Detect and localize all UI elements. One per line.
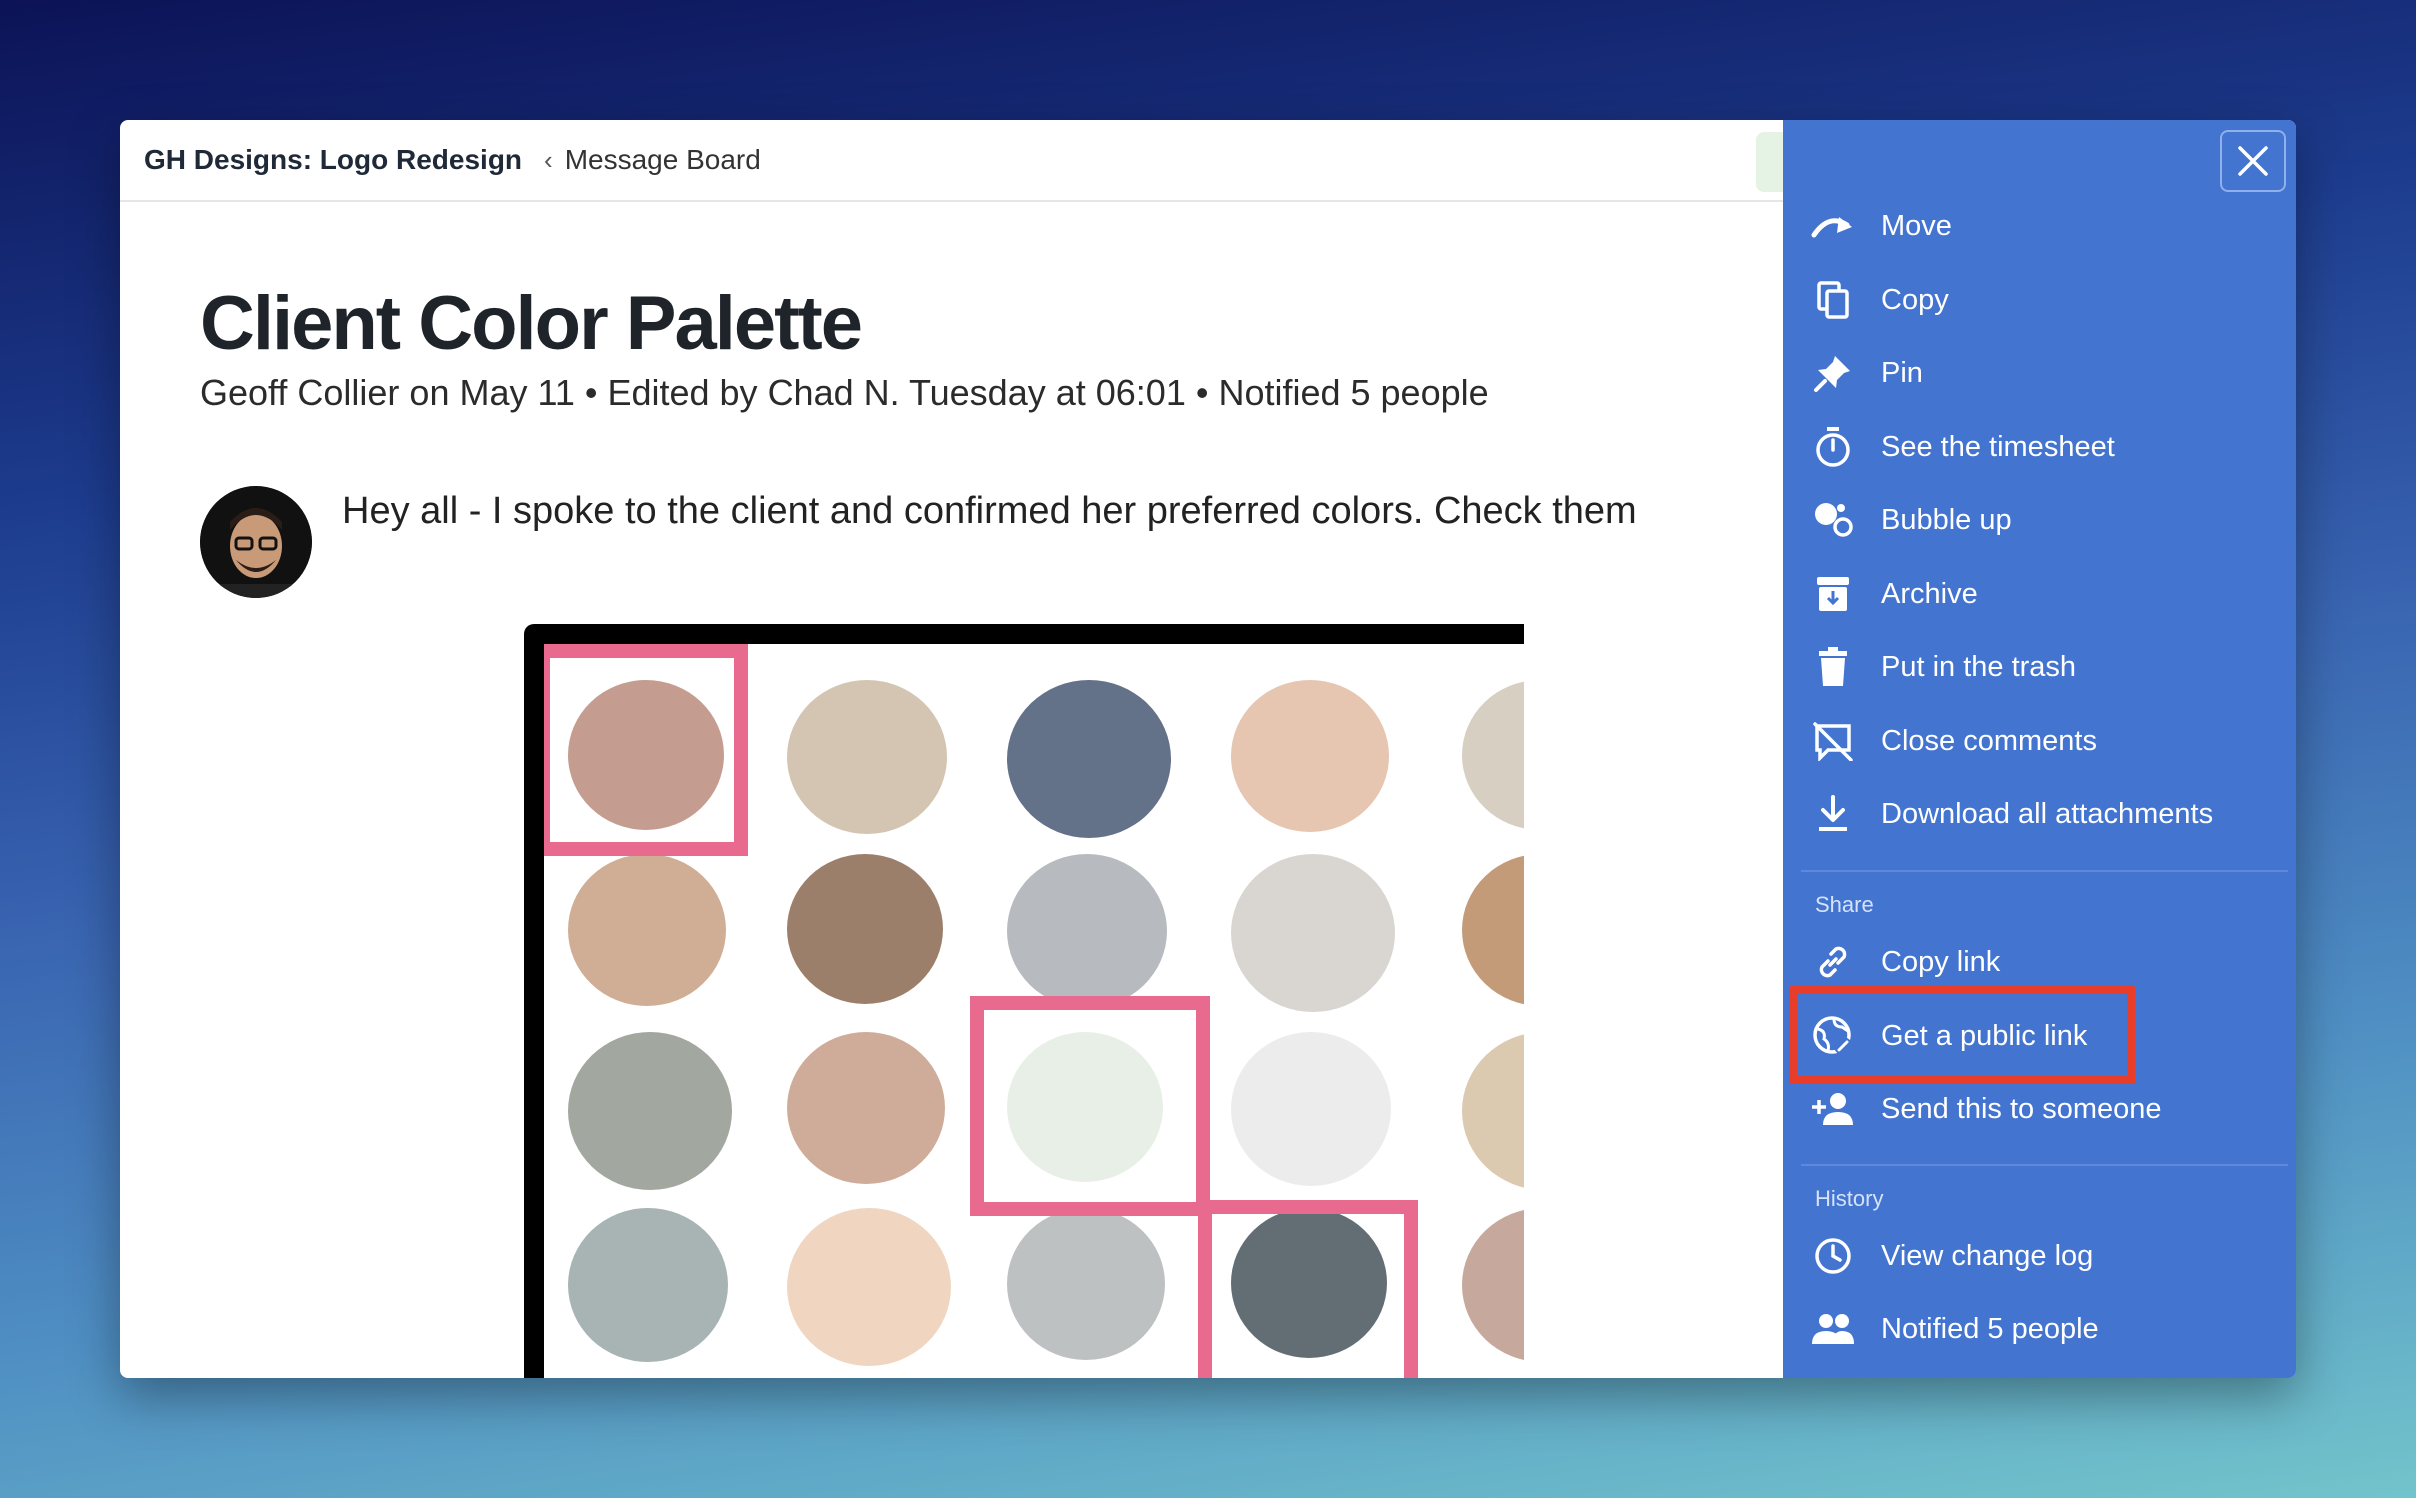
color-swatch — [1462, 1032, 1524, 1190]
post-meta: Geoff Collier on May 11 • Edited by Chad… — [200, 372, 1489, 413]
menu-label: Download all attachments — [1881, 797, 2214, 830]
move-icon — [1811, 204, 1855, 248]
menu-label: Copy — [1881, 283, 1949, 316]
swatch-highlight-box — [1198, 1200, 1418, 1378]
copy-icon — [1811, 278, 1855, 322]
color-swatch — [1231, 1032, 1391, 1186]
color-swatch — [1007, 1208, 1165, 1360]
close-button[interactable] — [2220, 130, 2286, 192]
bubble-icon — [1811, 498, 1855, 542]
menu-item-archive[interactable]: Archive — [1783, 564, 2296, 624]
actions-panel: Move Copy Pin See the timesheet Bubble u… — [1783, 120, 2296, 1378]
menu-label: Close comments — [1881, 724, 2097, 757]
timer-icon — [1811, 425, 1855, 469]
divider — [1801, 1164, 2288, 1166]
color-swatch — [568, 1208, 728, 1362]
palette-image[interactable] — [524, 624, 1524, 1378]
menu-item-download[interactable]: Download all attachments — [1783, 784, 2296, 844]
post-title: Client Color Palette — [200, 281, 863, 366]
pin-icon — [1811, 351, 1855, 395]
menu-item-notified[interactable]: Notified 5 people — [1783, 1299, 2296, 1359]
menu-item-bubble-up[interactable]: Bubble up — [1783, 490, 2296, 550]
swatch-highlight-box — [544, 644, 748, 856]
comment-off-icon — [1811, 719, 1855, 763]
color-swatch — [1231, 854, 1395, 1012]
color-swatch — [787, 1208, 951, 1366]
menu-item-move[interactable]: Move — [1783, 196, 2296, 256]
menu-item-change-log[interactable]: View change log — [1783, 1226, 2296, 1286]
public-link-highlight — [1789, 986, 2135, 1084]
avatar[interactable] — [200, 486, 312, 598]
color-swatch — [787, 680, 947, 834]
share-section-label: Share — [1815, 892, 1874, 917]
menu-item-pin[interactable]: Pin — [1783, 343, 2296, 403]
download-icon — [1811, 792, 1855, 836]
trash-icon — [1811, 645, 1855, 689]
swatch-highlight-box — [970, 996, 1210, 1216]
menu-label: Pin — [1881, 356, 1923, 389]
color-swatch — [787, 1032, 945, 1184]
breadcrumb-board[interactable]: Message Board — [565, 144, 761, 176]
history-section-label: History — [1815, 1186, 1884, 1211]
breadcrumb-separator: ‹ — [544, 144, 553, 175]
breadcrumb-project[interactable]: GH Designs: Logo Redesign — [144, 144, 522, 176]
color-swatch — [1231, 680, 1389, 832]
menu-item-close-comments[interactable]: Close comments — [1783, 711, 2296, 771]
color-swatch — [787, 854, 943, 1004]
close-icon — [2238, 146, 2268, 176]
menu-label: View change log — [1881, 1239, 2094, 1272]
post-body: Hey all - I spoke to the client and conf… — [342, 490, 1637, 532]
menu-label: Archive — [1881, 577, 1978, 610]
color-swatch — [1462, 1208, 1524, 1362]
people-icon — [1811, 1307, 1855, 1351]
add-person-icon — [1811, 1087, 1855, 1131]
menu-label: See the timesheet — [1881, 430, 2115, 463]
link-icon — [1811, 940, 1855, 984]
menu-label: Copy link — [1881, 945, 2001, 978]
menu-item-timesheet[interactable]: See the timesheet — [1783, 417, 2296, 477]
menu-item-send[interactable]: Send this to someone — [1783, 1079, 2296, 1139]
palette-canvas — [544, 644, 1524, 1378]
archive-icon — [1811, 572, 1855, 616]
menu-item-copy-link[interactable]: Copy link — [1783, 932, 2296, 992]
clock-icon — [1811, 1234, 1855, 1278]
menu-label: Send this to someone — [1881, 1092, 2162, 1125]
color-swatch — [1462, 854, 1524, 1006]
menu-label: Bubble up — [1881, 503, 2012, 536]
divider — [1801, 870, 2288, 872]
menu-label: Put in the trash — [1881, 650, 2077, 683]
menu-label: Move — [1881, 209, 1952, 242]
color-swatch — [1007, 680, 1171, 838]
menu-item-copy[interactable]: Copy — [1783, 270, 2296, 330]
color-swatch — [1462, 680, 1524, 830]
menu-label: Notified 5 people — [1881, 1312, 2099, 1345]
color-swatch — [1007, 854, 1167, 1008]
color-swatch — [568, 854, 726, 1006]
color-swatch — [568, 1032, 732, 1190]
menu-item-trash[interactable]: Put in the trash — [1783, 637, 2296, 697]
